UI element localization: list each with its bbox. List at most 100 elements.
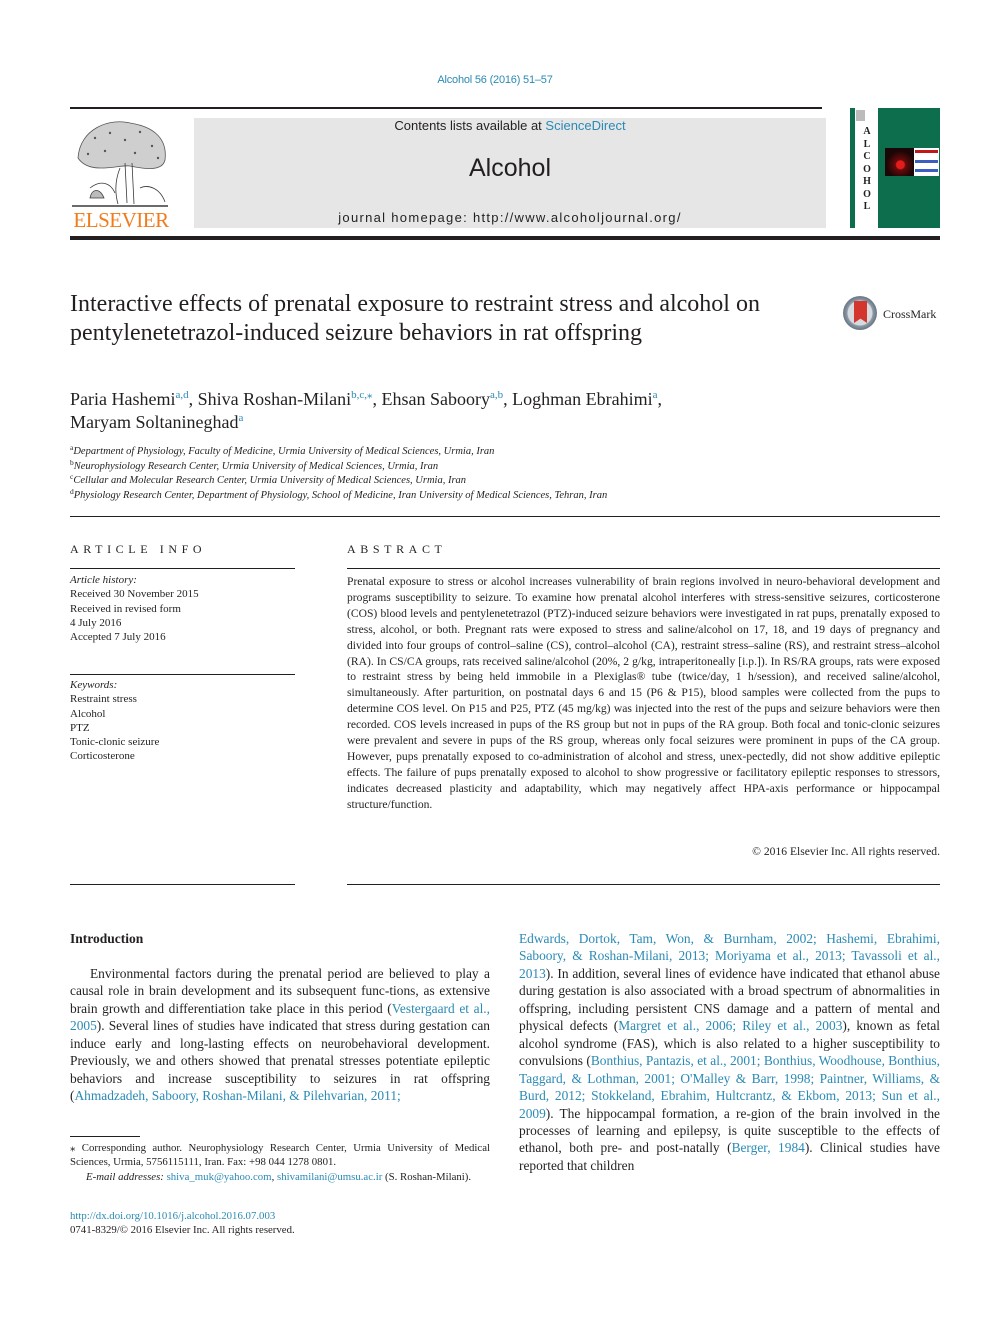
affiliation-text: Physiology Research Center, Department o… [73,489,608,501]
author-list: Paria Hashemia,d, Shiva Roshan-Milanib,c… [70,388,830,434]
elsevier-wordmark: ELSEVIER [73,208,169,232]
homepage-prefix: journal homepage: [338,210,473,225]
sciencedirect-link[interactable]: ScienceDirect [545,118,625,133]
cover-spine-letter: O [863,188,871,200]
affiliation: cCellular and Molecular Research Center,… [70,473,830,489]
keywords-rule [70,674,295,675]
author-name[interactable]: Paria Hashemi [70,389,175,409]
keyword: Alcohol [70,707,106,720]
cover-trace-blue-2 [915,169,938,172]
article-info-rule [70,568,295,569]
article-history: Article history: Received 30 November 20… [70,573,295,644]
author-name[interactable]: Loghman Ebrahimi [512,389,652,409]
history-entry: Received in revised form [70,602,181,615]
keyword: Corticosterone [70,750,135,763]
introduction-left-column: Environmental factors during the prenata… [70,965,490,1105]
history-entry: 4 July 2016 [70,616,122,629]
elsevier-logo[interactable]: ELSEVIER [70,118,172,231]
author[interactable]: Paria Hashemia,d [70,389,189,409]
journal-citation-link[interactable]: Alcohol 56 (2016) 51–57 [0,74,990,86]
citation-link[interactable]: Margret et al., 2006; Riley et al., 2003 [618,1018,842,1033]
author-name[interactable]: Shiva Roshan-Milani [198,389,352,409]
affiliation: aDepartment of Physiology, Faculty of Me… [70,444,830,460]
cover-spine-letter: H [863,176,871,187]
cover-spine-letter: L [863,201,871,212]
journal-header-box: Contents lists available at ScienceDirec… [194,118,826,228]
email-line: E-mail addresses: shiva_muk@yahoo.com, s… [70,1170,490,1184]
cover-eeg-traces [914,148,939,176]
author-separator: , [657,389,662,409]
cover-thumbnail-icon [856,110,865,121]
author-separator: , [372,389,382,409]
journal-cover-image[interactable]: ALCOHOL [850,108,940,228]
cover-trace-blue-1 [915,160,938,163]
footnote-rule [70,1136,140,1137]
email-link-2[interactable]: shivamilani@umsu.ac.ir [277,1171,382,1183]
article-history-list: Received 30 November 2015 Received in rev… [70,587,295,644]
history-entry: Received 30 November 2015 [70,588,199,601]
email-label: E-mail addresses: [86,1170,167,1183]
introduction-heading: Introduction [70,931,144,946]
journal-name: Alcohol [469,154,551,182]
doi-link[interactable]: http://dx.doi.org/10.1016/j.alcohol.2016… [70,1209,275,1223]
author-affiliation-marker[interactable]: a [238,412,243,424]
article-info-heading: Article info [70,542,207,556]
author-name[interactable]: Ehsan Saboory [382,389,490,409]
author-affiliation-marker[interactable]: a,d [175,389,188,401]
abstract-copyright: © 2016 Elsevier Inc. All rights reserved… [752,845,940,858]
cover-neuron-image [885,148,913,176]
citation-link[interactable]: Berger, 1984 [732,1140,805,1155]
abstract-text: Prenatal exposure to stress or alcohol i… [347,575,940,811]
email-suffix: (S. Roshan-Milani). [382,1170,472,1183]
introduction-right-column: Edwards, Dortok, Tam, Won, & Burnham, 20… [519,930,940,1174]
keyword: PTZ [70,721,90,734]
cover-spine: ALCOHOL [855,108,878,228]
article-info-bottom-rule [70,884,295,885]
corresponding-author-footnote: ⁎ Corresponding author. Neurophysiology … [70,1141,490,1184]
abstract-rule [347,568,940,569]
cover-spine-letter: A [863,126,871,137]
affiliation-text: Neurophysiology Research Center, Urmia U… [73,460,439,472]
header-bottom-rule [70,236,940,240]
affiliation-list: aDepartment of Physiology, Faculty of Me… [70,444,830,504]
author[interactable]: Shiva Roshan-Milanib,c,⁎ [198,389,373,409]
author[interactable]: Loghman Ebrahimia [512,389,657,409]
keyword: Restraint stress [70,693,137,706]
keyword-list: Restraint stress Alcohol PTZ Tonic-clonic s… [70,692,295,763]
journal-homepage-line: journal homepage: http://www.alcoholjour… [194,210,826,225]
contents-prefix: Contents lists available at [394,118,546,133]
author-affiliation-marker[interactable]: a,b [490,389,503,401]
abstract-heading: Abstract [347,542,447,556]
article-history-label: Article history: [70,574,137,586]
email-link-1[interactable]: shiva_muk@yahoo.com [167,1171,272,1183]
history-entry: Accepted 7 July 2016 [70,631,166,644]
author-affiliation-marker[interactable]: b,c,⁎ [351,389,372,401]
issn-copyright: 0741-8329/© 2016 Elsevier Inc. All right… [70,1224,295,1236]
cover-spine-letter: L [863,138,871,150]
affiliation-rule [70,516,940,517]
header-top-rule [70,107,822,109]
keywords-block: Keywords: Restraint stress Alcohol PTZ Toni… [70,678,295,764]
affiliation: dPhysiology Research Center, Department … [70,487,830,504]
keywords-label: Keywords: [70,679,118,691]
corresponding-author-text: ⁎ Corresponding author. Neurophysiology … [70,1142,490,1169]
elsevier-tree-icon [72,121,168,207]
crossmark-label: CrossMark [883,307,937,321]
author-name[interactable]: Maryam Soltanineghad [70,412,238,432]
citation-link[interactable]: Ahmadzadeh, Saboory, Roshan-Milani, & Pi… [74,1088,400,1103]
cover-spine-letters: ALCOHOL [861,126,873,214]
cover-trace-red [915,150,938,153]
author[interactable]: Ehsan Saboorya,b [382,389,504,409]
affiliation-text: Cellular and Molecular Research Center, … [73,475,467,486]
article-title: Interactive effects of prenatal exposure… [70,291,760,346]
contents-available-line: Contents lists available at ScienceDirec… [194,118,826,133]
cover-spine-letter: O [863,163,871,175]
author[interactable]: Maryam Soltanineghada [70,412,243,432]
homepage-url[interactable]: http://www.alcoholjournal.org/ [473,210,682,225]
cover-spine-letter: C [863,151,871,162]
author-separator: , [188,389,198,409]
crossmark-button[interactable]: CrossMark [843,296,943,334]
keyword: Tonic-clonic seizure [70,736,160,749]
affiliation-text: Department of Physiology, Faculty of Med… [73,446,495,457]
author-separator: , [503,389,513,409]
